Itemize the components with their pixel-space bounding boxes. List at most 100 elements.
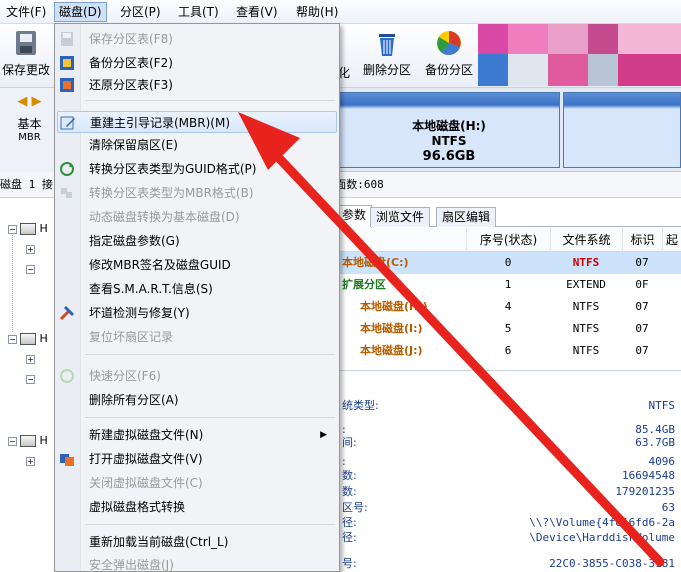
tree-disk-node[interactable]: − H [8, 434, 48, 447]
partition-name: 本地磁盘(I:) [360, 322, 423, 335]
menu-item-convert-to-mbr[interactable]: 转换分区表类型为MBR格式(B) [55, 182, 339, 204]
col-filesystem[interactable]: 文件系统 [550, 228, 622, 252]
backup-partition-button[interactable]: 备份分区 [420, 28, 478, 78]
menu-item-dynamic-to-basic[interactable]: 动态磁盘转换为基本磁盘(D) [55, 206, 339, 228]
tab-params[interactable]: 参数 [336, 205, 373, 228]
collapse-icon[interactable]: − [26, 264, 35, 274]
tree-child-node[interactable]: + [26, 242, 35, 255]
expand-icon[interactable]: + [26, 244, 35, 254]
harddisk-icon [20, 333, 36, 345]
table-row[interactable]: 本地磁盘(I:) 5 NTFS 07 [336, 318, 681, 340]
collapse-icon[interactable]: − [8, 436, 17, 446]
menu-item-label: 保存分区表(F8) [89, 32, 173, 46]
restore-icon [60, 78, 74, 92]
prop-row: : 85.4GB [336, 423, 681, 436]
backup-icon [60, 56, 74, 70]
menu-partition[interactable]: 分区(P) [116, 3, 165, 21]
table-row[interactable]: 本地磁盘(J:) 6 NTFS 07 [336, 340, 681, 362]
partition-h-size: 96.6GB [422, 149, 476, 164]
collapse-icon[interactable]: − [8, 224, 17, 234]
menu-item-clear-reserved-sectors[interactable]: 清除保留扇区(E) [55, 134, 339, 156]
convert-icon [60, 162, 74, 176]
partition-index: 5 [504, 322, 512, 335]
menu-item-modify-mbr-signature[interactable]: 修改MBR签名及磁盘GUID [55, 254, 339, 276]
prop-value: 22C0-3855-C038-3181 [549, 557, 675, 570]
tools-icon [59, 305, 75, 321]
tab-browse-files[interactable]: 浏览文件 [370, 207, 431, 227]
partition-block-h[interactable]: 本地磁盘(H:) NTFS 96.6GB [338, 92, 560, 168]
collapse-icon[interactable]: − [26, 374, 35, 384]
menu-item-label: 安全弹出磁盘(J) [89, 558, 174, 572]
tree-disk-node[interactable]: − H [8, 332, 48, 345]
menu-item-reset-bad-sectors[interactable]: 复位坏扇区记录 [55, 326, 339, 348]
prop-key: 数: [342, 469, 357, 482]
menu-item-new-virtual-disk[interactable]: 新建虚拟磁盘文件(N) ▶ [55, 424, 339, 446]
disk-menu-dropdown: 保存分区表(F8) 备份分区表(F2) 还原分区表(F3) 重建主引导记录(MB… [54, 23, 340, 572]
expand-icon[interactable]: + [26, 456, 35, 466]
nav-arrows[interactable]: ◀ ▶ [0, 94, 59, 109]
tree-child-node[interactable]: + [26, 352, 35, 365]
menu-item-label: 删除所有分区(A) [89, 393, 179, 407]
menu-file[interactable]: 文件(F) [2, 3, 50, 21]
menu-tools[interactable]: 工具(T) [174, 3, 223, 21]
partition-id: 0F [635, 278, 649, 291]
menu-item-view-smart[interactable]: 查看S.M.A.R.T.信息(S) [55, 278, 339, 300]
table-row[interactable]: 扩展分区 1 EXTEND 0F [336, 274, 681, 296]
partition-index: 6 [504, 344, 512, 357]
menu-item-label: 新建虚拟磁盘文件(N) [89, 428, 204, 442]
partition-properties: 统类型: NTFS : 85.4GB 间: 63.7GB : 4096 数: 1… [336, 370, 681, 572]
save-icon [61, 32, 73, 46]
menu-item-backup-partition-table[interactable]: 备份分区表(F2) [55, 52, 339, 74]
tree-child-node[interactable]: − [26, 372, 35, 385]
prop-key: : [342, 423, 346, 436]
partition-name: 本地磁盘(J:) [360, 344, 423, 357]
obscured-region [478, 24, 681, 86]
tree-disk-node[interactable]: − H [8, 222, 48, 235]
table-row[interactable]: 本地磁盘(H:) 4 NTFS 07 [336, 296, 681, 318]
prop-value: \Device\HarddiskVolume [529, 531, 675, 544]
prop-row: 号: 22C0-3855-C038-3181 [336, 557, 681, 570]
save-changes-button[interactable]: 保存更改 [0, 28, 52, 78]
menu-item-label: 转换分区表类型为GUID格式(P) [89, 162, 257, 176]
menu-item-open-virtual-disk[interactable]: 打开虚拟磁盘文件(V) [55, 448, 339, 470]
disk-selector[interactable]: ◀ ▶ 基本 MBR [0, 88, 60, 172]
tree-node-label: H [39, 222, 48, 235]
menu-item-specify-disk-params[interactable]: 指定磁盘参数(G) [55, 230, 339, 252]
prop-key: 径: [342, 531, 357, 544]
expand-icon[interactable]: + [26, 354, 35, 364]
partition-block-next[interactable] [563, 92, 681, 168]
menu-disk[interactable]: 磁盘(D) [54, 2, 107, 22]
menu-item-label: 重建主引导记录(MBR)(M) [90, 116, 231, 130]
col-id[interactable]: 标识 [622, 228, 662, 252]
edit-icon [60, 116, 75, 130]
col-start[interactable]: 起 [662, 228, 681, 252]
menu-item-label: 坏道检测与修复(Y) [89, 306, 190, 320]
prop-key: 号: [342, 557, 357, 570]
menu-item-safe-eject[interactable]: 安全弹出磁盘(J) [55, 554, 339, 572]
menu-separator [85, 524, 335, 525]
menu-view[interactable]: 查看(V) [232, 3, 282, 21]
prop-key: 径: [342, 516, 357, 529]
menu-item-close-virtual-disk[interactable]: 关闭虚拟磁盘文件(C) [55, 472, 339, 494]
convert-icon [61, 188, 72, 198]
collapse-icon[interactable]: − [8, 334, 17, 344]
menu-item-save-partition-table[interactable]: 保存分区表(F8) [55, 28, 339, 50]
menu-item-bad-sector-repair[interactable]: 坏道检测与修复(Y) [55, 302, 339, 324]
menu-item-rebuild-mbr[interactable]: 重建主引导记录(MBR)(M) [57, 111, 337, 133]
menu-item-reload-disk[interactable]: 重新加载当前磁盘(Ctrl_L) [55, 531, 339, 553]
partition-name: 本地磁盘(C:) [342, 256, 409, 269]
tab-sector-edit[interactable]: 扇区编辑 [436, 207, 497, 227]
harddisk-icon [20, 435, 36, 447]
menu-item-delete-all-partitions[interactable]: 删除所有分区(A) [55, 389, 339, 411]
table-row[interactable]: 本地磁盘(C:) 0 NTFS 07 [336, 252, 681, 274]
menu-item-restore-partition-table[interactable]: 还原分区表(F3) [55, 74, 339, 96]
menu-item-convert-to-guid[interactable]: 转换分区表类型为GUID格式(P) [55, 158, 339, 180]
delete-partition-button[interactable]: 删除分区 [358, 28, 416, 78]
col-index[interactable]: 序号(状态) [466, 228, 550, 252]
tree-child-node[interactable]: + [26, 454, 35, 467]
menu-help[interactable]: 帮助(H) [292, 3, 342, 21]
menu-item-quick-partition[interactable]: 快速分区(F6) [55, 365, 339, 387]
tree-child-node[interactable]: − [26, 262, 35, 275]
partition-name: 扩展分区 [342, 278, 386, 291]
menu-item-virtual-disk-format-convert[interactable]: 虚拟磁盘格式转换 [55, 496, 339, 518]
